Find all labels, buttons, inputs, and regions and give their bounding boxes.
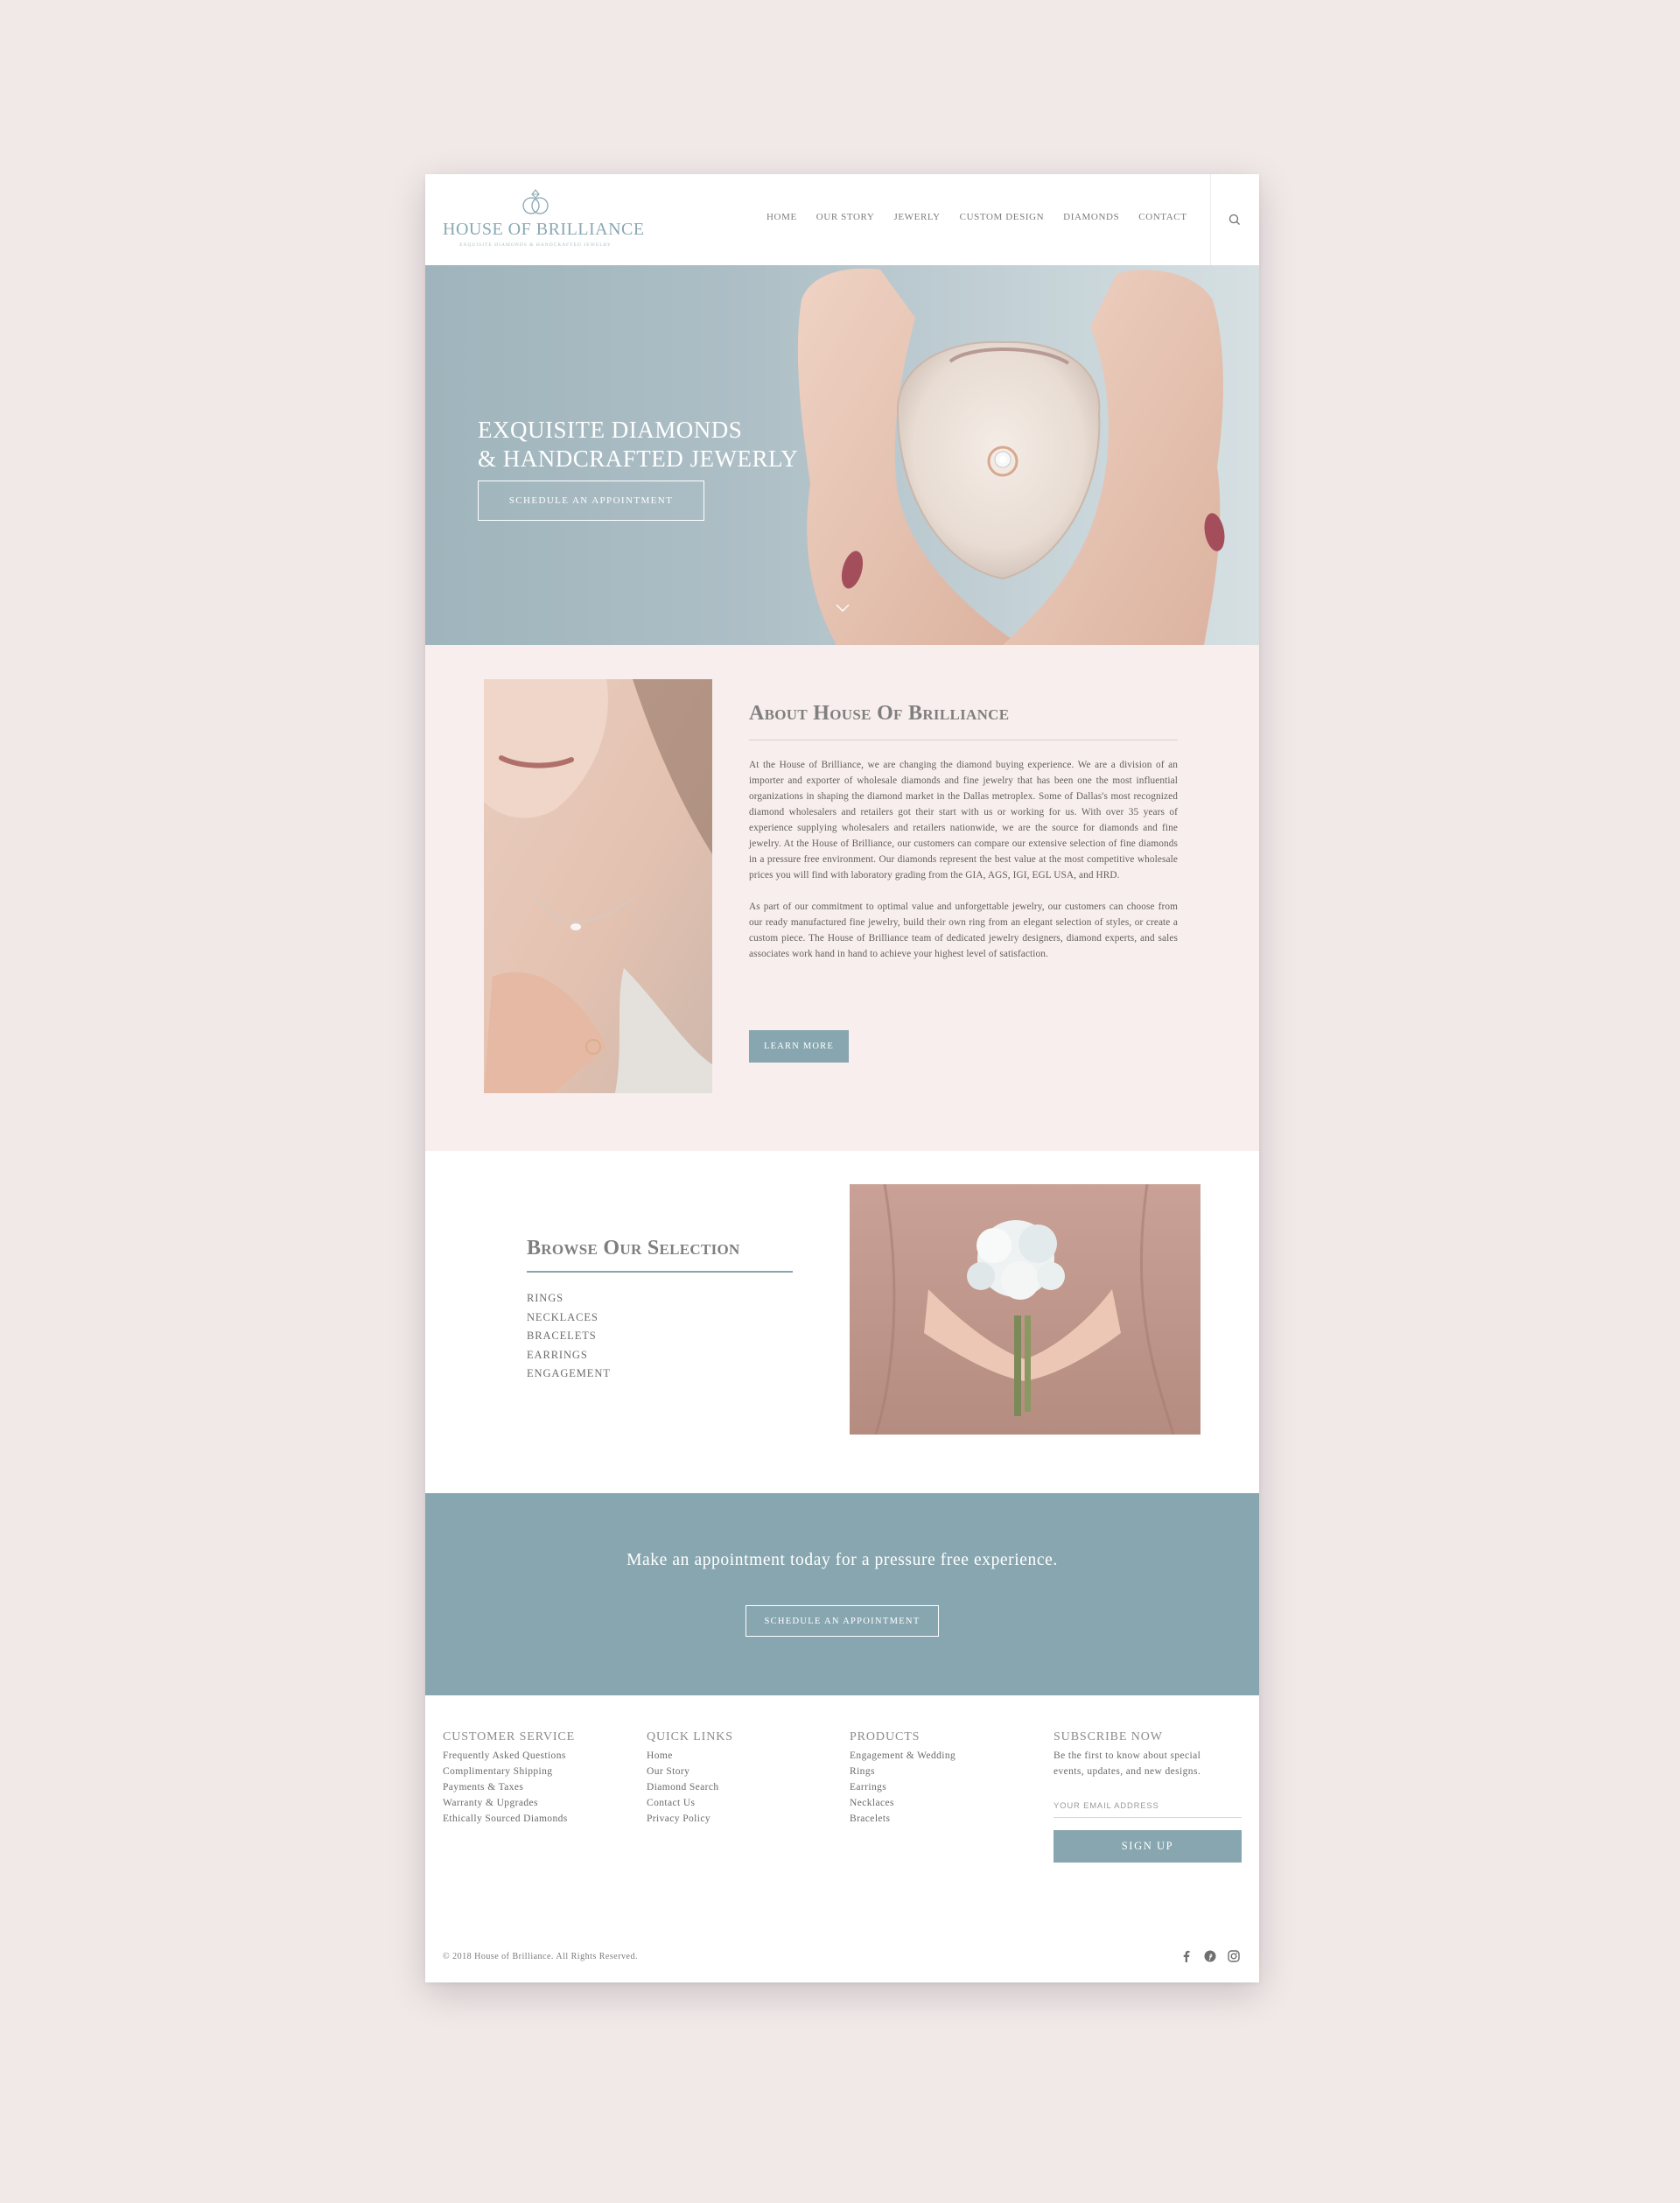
footer-heading: Customer Service [443, 1730, 576, 1743]
about-paragraph-2: As part of our commitment to optimal val… [749, 902, 1178, 959]
hero-title-line2: & Handcrafted Jewerly [478, 446, 799, 472]
social-links [1180, 1949, 1241, 1963]
email-field[interactable] [1054, 1799, 1242, 1818]
logo[interactable]: House of Brilliance Exquisite Diamonds &… [443, 186, 645, 248]
category-necklaces[interactable]: Necklaces [527, 1308, 611, 1328]
footer-link-bracelets[interactable]: Bracelets [850, 1811, 956, 1827]
footer-link-our-story[interactable]: Our Story [647, 1764, 733, 1779]
footer-quick-links: Quick Links Home Our Story Diamond Searc… [647, 1730, 733, 1827]
category-earrings[interactable]: Earrings [527, 1346, 611, 1365]
cta-schedule-button[interactable]: Schedule an Appointment [746, 1605, 939, 1637]
appointment-cta-band: Make an appointment today for a pressure… [425, 1493, 1259, 1695]
footer-link-earrings[interactable]: Earrings [850, 1779, 956, 1795]
site-footer: Customer Service Frequently Asked Questi… [425, 1695, 1259, 1982]
footer-link-diamond-search[interactable]: Diamond Search [647, 1779, 733, 1795]
subscribe-text-line1: Be the first to know about special [1054, 1750, 1201, 1761]
search-icon[interactable] [1228, 213, 1242, 227]
category-rings[interactable]: Rings [527, 1289, 611, 1308]
footer-link-home[interactable]: Home [647, 1748, 733, 1764]
hero-banner: Exquisite Diamonds & Handcrafted Jewerly… [425, 265, 1259, 645]
rings-logo-icon [522, 189, 549, 214]
footer-products: Products Engagement & Wedding Rings Earr… [850, 1730, 956, 1827]
footer-heading: Subscribe Now [1054, 1730, 1163, 1743]
footer-subscribe: Subscribe Now Be the first to know about… [1054, 1730, 1242, 1863]
about-paragraph-1: At the House of Brilliance, we are chang… [749, 760, 1178, 880]
nav-our-story[interactable]: OUR STORY [816, 212, 875, 222]
about-body: At the House of Brilliance, we are chang… [749, 757, 1178, 962]
instagram-icon[interactable] [1227, 1949, 1241, 1963]
nav-jewelry[interactable]: JEWERLY [893, 212, 940, 222]
website-page: House of Brilliance Exquisite Diamonds &… [425, 174, 1259, 1982]
cta-text: Make an appointment today for a pressure… [626, 1551, 1058, 1569]
chevron-down-icon[interactable] [835, 603, 850, 614]
footer-link-faq[interactable]: Frequently Asked Questions [443, 1748, 575, 1764]
footer-link-necklaces[interactable]: Necklaces [850, 1795, 956, 1811]
facebook-icon[interactable] [1180, 1949, 1194, 1963]
nav-contact[interactable]: CONTACT [1138, 212, 1186, 222]
hero-title-line1: Exquisite Diamonds [478, 417, 743, 443]
browse-section: Browse Our Selection Rings Necklaces Bra… [425, 1151, 1259, 1493]
footer-link-ethical[interactable]: Ethically Sourced Diamonds [443, 1811, 575, 1827]
browse-title: Browse Our Selection [527, 1237, 740, 1259]
nav-divider [1210, 174, 1211, 265]
about-section: About House Of Brilliance At the House o… [425, 645, 1259, 1151]
browse-divider [527, 1271, 793, 1273]
browse-image-bouquet [850, 1184, 1200, 1435]
hero-title: Exquisite Diamonds & Handcrafted Jewerly [478, 416, 798, 474]
hero-schedule-button[interactable]: Schedule an Appointment [478, 481, 704, 521]
category-list: Rings Necklaces Bracelets Earrings Engag… [527, 1289, 611, 1384]
main-nav: HOME OUR STORY JEWERLY CUSTOM DESIGN DIA… [766, 212, 1207, 222]
nav-home[interactable]: HOME [766, 212, 797, 222]
pinterest-icon[interactable] [1203, 1949, 1217, 1963]
logo-tagline: Exquisite Diamonds & Handcrafted Jewelry [459, 242, 612, 248]
nav-diamonds[interactable]: DIAMONDS [1063, 212, 1119, 222]
category-bracelets[interactable]: Bracelets [527, 1327, 611, 1346]
copyright: © 2018 House of Brilliance. All Rights R… [443, 1952, 638, 1961]
learn-more-button[interactable]: Learn More [749, 1030, 849, 1063]
logo-name: House of Brilliance [443, 220, 645, 239]
about-image-woman-necklace [484, 679, 712, 1093]
footer-link-payments[interactable]: Payments & Taxes [443, 1779, 575, 1795]
footer-link-engagement[interactable]: Engagement & Wedding [850, 1748, 956, 1764]
footer-customer-service: Customer Service Frequently Asked Questi… [443, 1730, 575, 1827]
category-engagement[interactable]: Engagement [527, 1365, 611, 1384]
about-title: About House Of Brilliance [749, 702, 1010, 725]
site-header: House of Brilliance Exquisite Diamonds &… [425, 174, 1259, 265]
footer-heading: Products [850, 1730, 920, 1743]
footer-link-warranty[interactable]: Warranty & Upgrades [443, 1795, 575, 1811]
footer-link-rings[interactable]: Rings [850, 1764, 956, 1779]
nav-custom-design[interactable]: CUSTOM DESIGN [960, 212, 1045, 222]
footer-link-privacy[interactable]: Privacy Policy [647, 1811, 733, 1827]
footer-link-shipping[interactable]: Complimentary Shipping [443, 1764, 575, 1779]
subscribe-text-line2: events, updates, and new designs. [1054, 1766, 1201, 1777]
footer-link-contact[interactable]: Contact Us [647, 1795, 733, 1811]
footer-heading: Quick Links [647, 1730, 733, 1743]
sign-up-button[interactable]: Sign Up [1054, 1830, 1242, 1863]
